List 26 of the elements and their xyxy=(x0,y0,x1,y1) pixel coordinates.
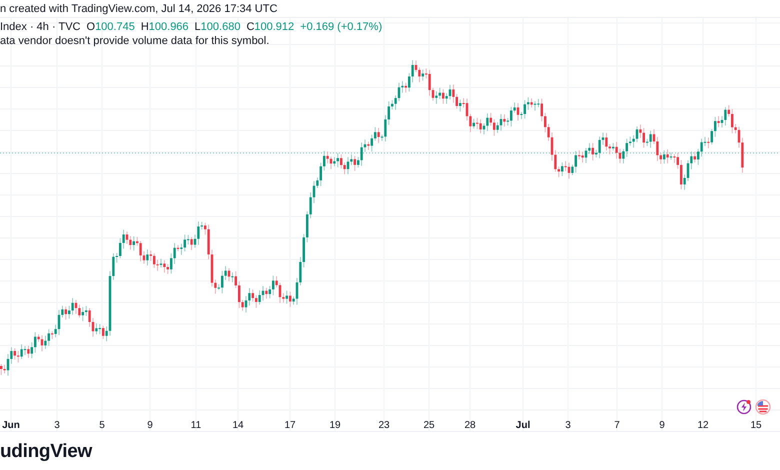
ohlc-value: C100.912 xyxy=(246,21,294,33)
ohlc-value: O100.745 xyxy=(86,21,135,33)
axis-label: 12 xyxy=(697,420,709,431)
axis-label: 28 xyxy=(464,420,476,431)
axis-label: Jul xyxy=(516,420,530,431)
axis-label: 19 xyxy=(329,420,341,431)
logo-text: udingView xyxy=(0,440,92,462)
axis-label: 7 xyxy=(614,420,620,431)
axis-label: 11 xyxy=(190,420,202,431)
volume-notice: ata vendor doesn't provide volume data for this symbol. xyxy=(0,35,270,47)
axis-label: 15 xyxy=(750,420,762,431)
axis-label: 3 xyxy=(565,420,571,431)
axis-label: 3 xyxy=(54,420,60,431)
axis-label: 25 xyxy=(423,420,435,431)
axis-label: 23 xyxy=(378,420,390,431)
symbol-title: Index · 4h · TVC xyxy=(0,21,80,33)
ohlc-value: H100.966 xyxy=(140,21,189,33)
ohlc-value: L100.680 xyxy=(194,21,240,33)
axis-label: 17 xyxy=(284,420,296,431)
axis-label: Jun xyxy=(2,420,20,431)
axis-label: 9 xyxy=(147,420,153,431)
chart-caption: n created with TradingView.com, Jul 14, 2026 17:34 UTC xyxy=(0,2,278,14)
axis-label: 9 xyxy=(659,420,665,431)
price-change: +0.169 (+0.17%) xyxy=(300,21,382,33)
axis-label: 5 xyxy=(99,420,105,431)
axis-label: 14 xyxy=(232,420,244,431)
